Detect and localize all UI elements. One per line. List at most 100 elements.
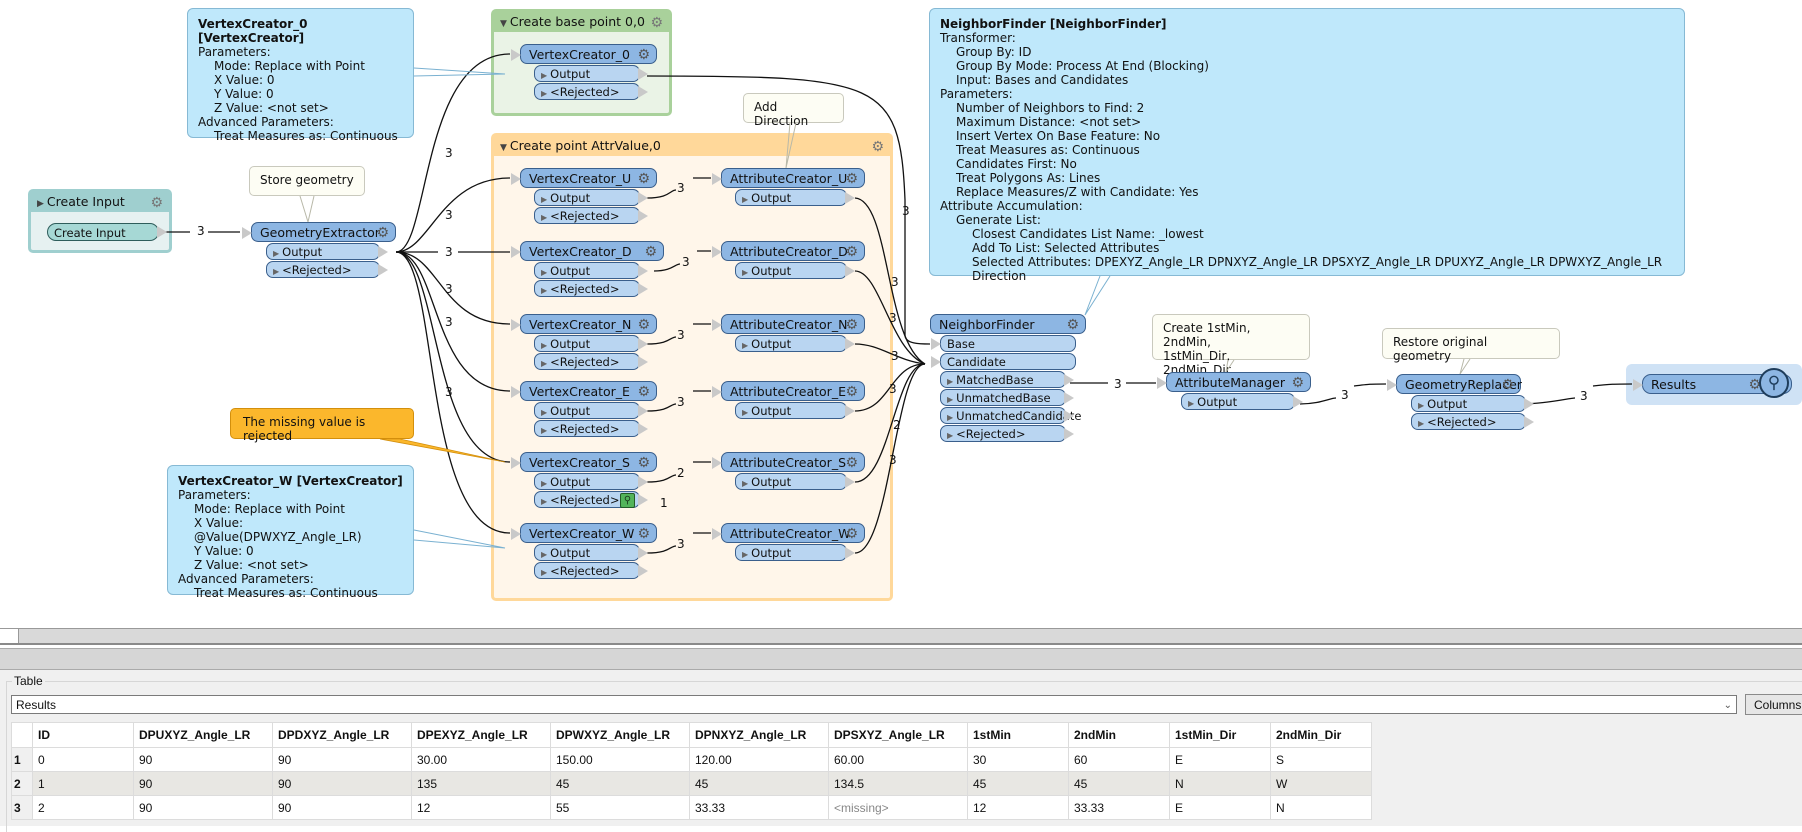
rejected-port[interactable]: ▶ <Rejected>	[534, 83, 648, 100]
table-cell[interactable]: E	[1169, 747, 1271, 772]
output-port-arrow[interactable]	[378, 264, 388, 276]
input-port-arrow[interactable]	[511, 319, 521, 331]
output-port[interactable]: ▶ Output	[534, 262, 648, 279]
table-cell[interactable]: 12	[967, 795, 1069, 820]
annotation-restore-geometry[interactable]: Restore original geometry	[1382, 328, 1560, 363]
table-cell[interactable]: 30.00	[411, 747, 551, 772]
expand-icon[interactable]: ▶	[541, 479, 547, 488]
gear-icon[interactable]: ⚙	[1291, 373, 1304, 393]
table-cell[interactable]: 1	[32, 771, 134, 796]
gear-icon[interactable]: ⚙	[1501, 375, 1514, 395]
table-cell[interactable]: S	[1270, 747, 1372, 772]
input-port-arrow[interactable]	[931, 338, 941, 350]
output-port-arrow[interactable]	[638, 86, 648, 98]
output-port-arrow[interactable]	[845, 547, 855, 559]
table-cell[interactable]: 45	[1068, 771, 1170, 796]
rejected-port[interactable]: ▶ <Rejected>	[266, 261, 388, 278]
output-port-arrow[interactable]	[638, 192, 648, 204]
magnifier-icon[interactable]: ⚲	[1759, 368, 1789, 398]
output-port-unmatchedcandidate[interactable]: ▶ UnmatchedCandidate	[940, 407, 1081, 424]
output-port[interactable]: ▶ Output	[1411, 395, 1534, 412]
expand-icon[interactable]: ▶	[541, 89, 547, 98]
column-header[interactable]: DPUXYZ_Angle_LR	[133, 722, 273, 748]
input-port-arrow[interactable]	[1633, 379, 1643, 391]
expand-icon[interactable]: ▶	[1188, 399, 1194, 408]
output-port-arrow[interactable]	[157, 226, 167, 238]
output-port-arrow[interactable]	[638, 338, 648, 350]
output-port-arrow[interactable]	[638, 283, 648, 295]
annotation-store-geometry[interactable]: Store geometry	[249, 166, 365, 196]
gear-icon[interactable]: ⚙	[845, 242, 858, 262]
output-port[interactable]: ▶ Output	[534, 65, 648, 82]
gear-icon[interactable]: ⚙	[637, 315, 650, 335]
transformer-vertexcreator-0[interactable]: VertexCreator_0 ⚙ ▶ Output ▶ <Rejected>	[511, 44, 657, 100]
rejected-port[interactable]: ▶ <Rejected>	[534, 280, 648, 297]
gear-icon[interactable]: ⚙	[637, 382, 650, 402]
table-cell[interactable]: 150.00	[550, 747, 690, 772]
table-cell[interactable]: 120.00	[689, 747, 829, 772]
gear-icon[interactable]: ⚙	[845, 524, 858, 544]
output-port-arrow[interactable]	[1524, 398, 1534, 410]
collapse-icon[interactable]: ▼	[500, 19, 507, 29]
expand-icon[interactable]: ▶	[947, 413, 953, 422]
workspace-canvas[interactable]: ▶ Create Input ⚙ Create Input ▼ Create base…	[0, 0, 1802, 625]
rejected-port[interactable]: ▶ <Rejected> ⚲	[534, 491, 648, 508]
output-port[interactable]: ▶ Output	[534, 335, 648, 352]
chevron-down-icon[interactable]: ⌄	[1724, 696, 1732, 715]
input-port-arrow[interactable]	[712, 173, 722, 185]
expand-icon[interactable]: ▶	[541, 568, 547, 577]
output-port[interactable]: ▶ Output	[1181, 393, 1303, 410]
expand-icon[interactable]: ▶	[541, 286, 547, 295]
transformer-vertexcreator-n[interactable]: VertexCreator_N ⚙ ▶ Output ▶ <Rejected>	[511, 314, 657, 370]
output-port-arrow[interactable]	[638, 547, 648, 559]
output-port-arrow[interactable]	[638, 265, 648, 277]
column-header[interactable]: 1stMin_Dir	[1169, 722, 1271, 748]
column-header[interactable]: 2ndMin	[1068, 722, 1170, 748]
rejected-port[interactable]: ▶ <Rejected>	[534, 420, 648, 437]
row-number[interactable]: 3	[11, 795, 33, 820]
expand-icon[interactable]: ▶	[541, 268, 547, 277]
column-header[interactable]: ID	[32, 722, 134, 748]
output-port[interactable]: ▶ Output	[534, 402, 648, 419]
expand-icon[interactable]: ▶	[947, 431, 953, 440]
gear-icon[interactable]: ⚙	[637, 524, 650, 544]
expand-icon[interactable]: ▶	[742, 408, 748, 417]
gear-icon[interactable]: ⚙	[644, 242, 657, 262]
transformer-geometryreplacer[interactable]: GeometryReplacer ⚙ ▶ Output ▶ <Rejected>	[1387, 374, 1534, 430]
expand-icon[interactable]: ▶	[1418, 401, 1424, 410]
input-port-arrow[interactable]	[511, 246, 521, 258]
output-port-matchedbase[interactable]: ▶ MatchedBase	[940, 371, 1074, 388]
expand-icon[interactable]: ▶	[947, 377, 953, 386]
output-port[interactable]: ▶ Output	[534, 544, 648, 561]
transformer-vertexcreator-u[interactable]: VertexCreator_U ⚙ ▶ Output ▶ <Rejected>	[511, 168, 657, 224]
table-cell[interactable]: <missing>	[828, 795, 968, 820]
gear-icon[interactable]: ⚙	[650, 13, 663, 33]
output-port-arrow[interactable]	[638, 476, 648, 488]
input-port-arrow[interactable]	[242, 227, 252, 239]
table-cell[interactable]: 33.33	[689, 795, 829, 820]
output-port-arrow[interactable]	[638, 494, 648, 506]
transformer-attributecreator-e[interactable]: AttributeCreator_E ⚙ ▶ Output	[712, 381, 865, 419]
transformer-attributecreator-s[interactable]: AttributeCreator_S ⚙ ▶ Output	[712, 452, 865, 490]
expand-icon[interactable]: ▶	[947, 395, 953, 404]
gear-icon[interactable]: ⚙	[1066, 315, 1079, 335]
expand-icon[interactable]: ▶	[742, 268, 748, 277]
transformer-attributecreator-d[interactable]: AttributeCreator_D ⚙ ▶ Output	[712, 241, 865, 279]
transformer-vertexcreator-e[interactable]: VertexCreator_E ⚙ ▶ Output ▶ <Rejected>	[511, 381, 657, 437]
input-port-arrow[interactable]	[511, 457, 521, 469]
rejected-port[interactable]: ▶ <Rejected>	[1411, 413, 1534, 430]
transformer-attributecreator-n[interactable]: AttributeCreator_N ⚙ ▶ Output	[712, 314, 865, 352]
table-select[interactable]: Results ⌄	[11, 695, 1737, 714]
input-port-arrow[interactable]	[712, 457, 722, 469]
output-port-arrow[interactable]	[845, 338, 855, 350]
input-port-arrow[interactable]	[712, 319, 722, 331]
output-port[interactable]: ▶ Output	[735, 335, 855, 352]
gear-icon[interactable]: ⚙	[845, 169, 858, 189]
input-port-arrow[interactable]	[1157, 377, 1167, 389]
gear-icon[interactable]: ⚙	[150, 193, 163, 213]
output-port-arrow[interactable]	[845, 265, 855, 277]
gear-icon[interactable]: ⚙	[845, 382, 858, 402]
output-port-arrow[interactable]	[638, 210, 648, 222]
expand-icon[interactable]: ▶	[273, 267, 279, 276]
output-port-arrow[interactable]	[1064, 428, 1074, 440]
